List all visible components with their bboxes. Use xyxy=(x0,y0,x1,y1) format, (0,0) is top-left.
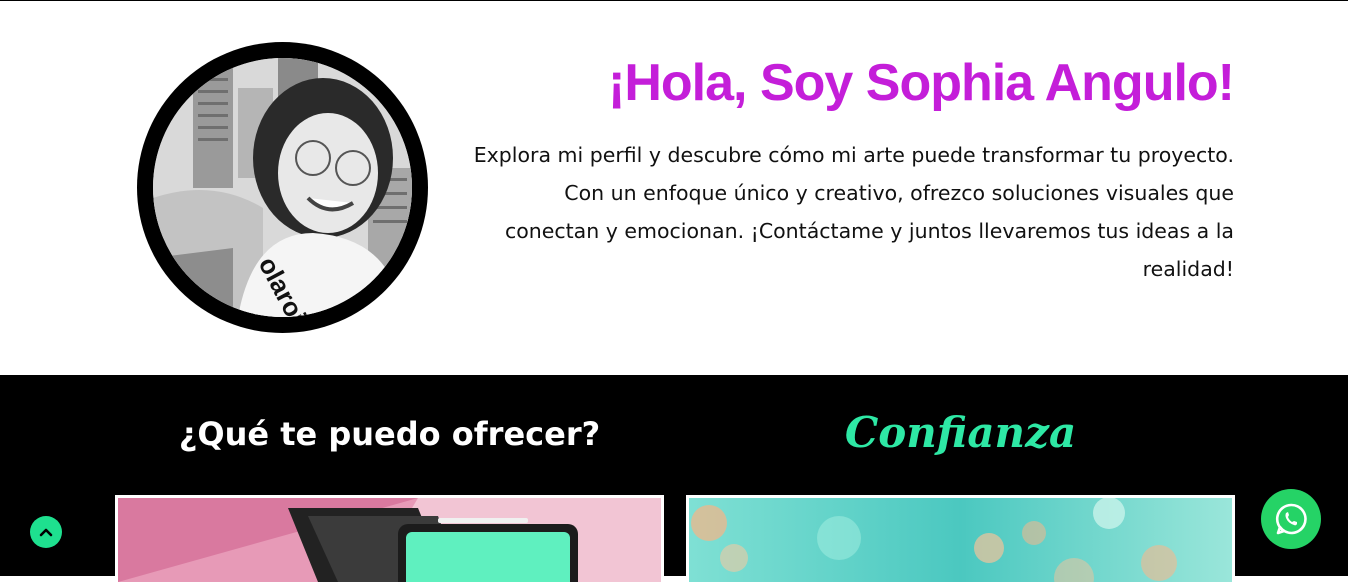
hero-description: Explora mi perfil y descubre cómo mi art… xyxy=(473,143,1234,281)
offer-heading: ¿Qué te puedo ofrecer? xyxy=(178,415,601,453)
profile-photo: olaroid xyxy=(153,58,412,317)
whatsapp-icon xyxy=(1275,503,1307,535)
offer-card-image[interactable] xyxy=(115,495,664,585)
services-section: ¿Qué te puedo ofrecer? Confianza xyxy=(0,375,1348,585)
hero-title: ¡Hola, Soy Sophia Angulo! xyxy=(608,54,1235,112)
trust-card-image[interactable] xyxy=(686,495,1235,585)
hero-section: olaroid ¡Hola, Soy Sophia Angulo! Explor… xyxy=(0,1,1348,375)
scroll-to-top-button[interactable] xyxy=(30,516,62,548)
trust-heading: Confianza xyxy=(844,408,1077,457)
chevron-up-icon xyxy=(39,528,53,537)
profile-avatar: olaroid xyxy=(137,42,428,333)
whatsapp-button[interactable] xyxy=(1261,489,1321,549)
